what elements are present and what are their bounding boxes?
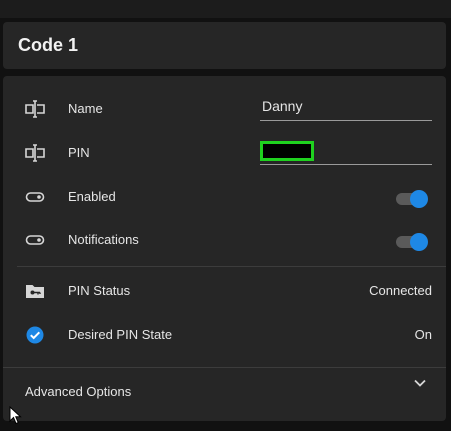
pin-status-row[interactable]: PIN Status Connected [3, 275, 446, 307]
desired-pin-state-value: On [414, 327, 432, 342]
pin-redacted-box [260, 141, 314, 161]
divider [17, 266, 446, 267]
divider [3, 367, 446, 368]
entity-header-card: Code 1 [3, 22, 446, 69]
pin-status-label: PIN Status [68, 283, 131, 298]
mouse-pointer-icon [9, 405, 23, 426]
advanced-options-toggle[interactable]: Advanced Options [25, 384, 131, 399]
top-bar [0, 0, 451, 18]
toggle-switch-icon [23, 229, 47, 251]
textbox-icon [23, 98, 47, 120]
notifications-row: Notifications [3, 224, 446, 256]
enabled-label: Enabled [68, 189, 116, 204]
toggle-thumb [410, 233, 428, 251]
toggle-switch-icon [23, 186, 47, 208]
pin-status-value: Connected [369, 283, 432, 298]
folder-key-icon [23, 280, 47, 302]
pin-input[interactable] [260, 141, 432, 165]
chevron-down-icon[interactable] [412, 375, 428, 391]
name-row: Name Danny [3, 93, 446, 125]
notifications-label: Notifications [68, 232, 139, 247]
pin-label: PIN [68, 145, 90, 160]
name-input[interactable]: Danny [260, 98, 432, 121]
notifications-toggle[interactable] [394, 233, 428, 251]
entities-card: Name Danny PIN Enabled Notifications PIN… [3, 76, 446, 421]
desired-pin-state-row[interactable]: Desired PIN State On [3, 319, 446, 351]
desired-pin-state-label: Desired PIN State [68, 327, 173, 342]
name-label: Name [68, 101, 103, 116]
page-title: Code 1 [18, 35, 79, 55]
textbox-icon [23, 142, 47, 164]
enabled-row: Enabled [3, 181, 446, 213]
enabled-toggle[interactable] [394, 190, 428, 208]
toggle-thumb [410, 190, 428, 208]
pin-row: PIN [3, 137, 446, 169]
name-value: Danny [262, 98, 303, 114]
check-circle-icon [23, 324, 47, 346]
